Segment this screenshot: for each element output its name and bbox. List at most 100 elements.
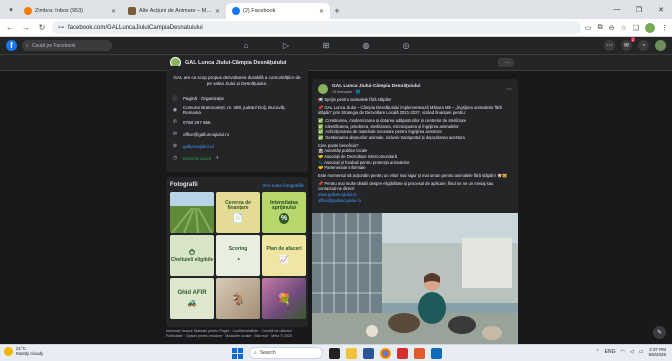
facebook-logo[interactable]: f [6,40,17,51]
info-row-email: ✉ office@galluncajiului.ro [172,130,302,139]
facebook-search[interactable]: ⌕ Caută pe Facebook [22,40,112,51]
photo-tile[interactable]: 🐐 [216,278,260,319]
outlook-icon[interactable] [431,347,442,359]
photos-card: Fotografii Vezi toate fotografiile Cerer… [166,177,308,327]
photo-caption: Ghid AFIR [177,290,207,297]
maximize-icon[interactable]: ❐ [628,0,650,19]
zimbra-icon [24,7,32,15]
photo-tile[interactable]: Ghid AFIR 🚜 [170,278,214,319]
marketplace-icon[interactable]: ⊞ [320,40,332,52]
edit-icon[interactable]: ✎ [653,326,666,339]
search-icon: ⌕ [26,42,29,49]
post-menu-icon[interactable]: ⋯ [500,59,514,67]
post-date[interactable]: 13 februarie · 🌐 [332,89,420,94]
notifications-icon[interactable]: ◔ [638,40,649,51]
photo-caption: Intensitatea sprijinului [270,199,298,211]
search-icon: ⌕ [254,350,257,356]
close-icon[interactable]: ✕ [215,8,220,15]
home-icon[interactable]: ⌂ [240,40,252,52]
percent-icon: % [278,213,290,225]
document-icon: 📄 [232,213,244,224]
photo-tile[interactable] [170,192,214,233]
tab-menu-icon[interactable]: ▾ [4,3,18,17]
bookmark-star-icon[interactable]: ☆ [620,24,626,32]
close-icon[interactable]: ✕ [319,8,324,15]
photo-tile[interactable]: 💐 [262,278,306,319]
page-name[interactable]: GAL Lunca Jiului-Câmpia Desnățuiului [185,60,286,66]
url-field[interactable]: ⊶ facebook.com/GALLuncaJiuluiCampiaDesna… [52,21,581,34]
windows-start-icon[interactable] [232,347,243,359]
website-link[interactable]: galluncajiului.ro [183,144,214,149]
post-author-avatar[interactable] [318,84,328,94]
tab-label: Zimbra: Inbox (953) [35,8,83,14]
pdf-icon[interactable] [397,347,408,359]
close-icon[interactable]: ✕ [111,8,116,15]
post-options-icon[interactable]: ⋯ [506,86,512,93]
app-icon[interactable] [414,347,425,359]
file-explorer-icon[interactable] [346,347,357,359]
fb-right-actions: ⋯ ✉ 2 ◔ [604,37,666,51]
video-icon[interactable]: ▷ [280,40,292,52]
post-line: Este momentul să acționăm pentru un viit… [318,173,508,179]
word-icon[interactable] [363,347,374,359]
messenger-icon[interactable]: ✉ 2 [621,37,635,51]
wifi-icon[interactable]: ◠ [621,349,625,355]
browser-menu-icon[interactable]: ⋮ [661,24,668,32]
cast-icon[interactable]: ▭ [585,24,592,32]
profile-avatar[interactable] [645,22,655,33]
clock-icon: ◷ [172,155,178,162]
gaming-icon[interactable]: ◎ [400,40,412,52]
weather-widget[interactable]: 21°C Mostly cloudy [4,346,43,357]
search-placeholder: Caută pe Facebook [31,42,76,49]
photo-tile[interactable]: Plan de afaceri 📈 [262,235,306,276]
reload-icon[interactable]: ↻ [36,22,48,34]
post-line: 📌 Pentru mai multe detalii despre eligib… [318,180,494,192]
language-indicator[interactable]: ENG [605,349,616,355]
chevron-down-icon[interactable]: ▾ [216,155,218,161]
tab-alte-actiuni[interactable]: Alte Acțiuni de Animare – Măsura 4.1… ✕ [122,3,226,19]
info-row-hours[interactable]: ◷ Deschis acum ▾ [172,154,302,163]
info-text: office@galluncajiului.ro [183,131,230,137]
clock[interactable]: 2:37 PM 5/6/2025 [648,347,666,357]
volume-icon[interactable]: ◁ [630,349,634,355]
back-icon[interactable]: ← [4,22,16,34]
battery-icon[interactable]: ▭ [639,349,644,355]
post-line: 🤝 Parteneriate informale [318,165,366,171]
close-window-icon[interactable]: ✕ [650,0,672,19]
task-view-icon[interactable] [329,347,340,359]
info-row-address: ◉ Comuna Bratovoiești, nr. 389, județul … [172,105,302,115]
menu-grid-icon[interactable]: ⋯ [604,40,615,51]
chart-icon: 📈 [279,254,289,264]
info-row-website[interactable]: ⊕ galluncajiului.ro [172,142,302,151]
photo-tile[interactable]: Cererea de finanțare 📄 [216,192,260,233]
footer-links[interactable]: Informații despre Statistici pentru Pagi… [166,329,308,339]
post-image[interactable] [312,213,518,349]
windows-taskbar: 21°C Mostly cloudy ⌕ Search ⌃ ENG ◠ ◁ ▭ … [0,344,672,361]
open-status[interactable]: Deschis acum [183,156,211,161]
see-all-photos-link[interactable]: Vezi toate fotografiile [262,183,304,188]
extensions-icon[interactable]: ❏ [633,24,639,32]
photo-tile[interactable]: Scoring ◔ [216,235,260,276]
url-text: facebook.com/GALLuncaJiuluiCampiaDesnatu… [68,24,203,31]
tab-facebook[interactable]: (2) Facebook ✕ [226,3,330,19]
zoom-icon[interactable]: ⊖ [609,24,615,32]
chevron-up-icon[interactable]: ⌃ [595,349,599,355]
post-link[interactable]: office@galluncajiului.ro [318,198,512,204]
minimize-icon[interactable]: — [606,0,628,19]
taskbar-search-placeholder: Search [259,350,276,356]
tab-zimbra[interactable]: Zimbra: Inbox (953) ✕ [18,3,122,19]
web-icon: ⊕ [172,143,178,150]
chrome-icon[interactable] [380,347,391,359]
groups-icon[interactable]: ◍ [360,40,372,52]
new-tab-button[interactable]: + [330,4,344,18]
forward-icon[interactable]: → [20,22,32,34]
post-line: 📌 GAL Lunca Jiului – Câmpia Desnățuiului… [318,104,502,116]
fb-nav-tabs: ⌂ ▷ ⊞ ◍ ◎ [240,40,412,52]
photo-tile[interactable]: Intensitatea sprijinului % [262,192,306,233]
user-avatar[interactable] [655,40,666,51]
site-info-icon[interactable]: ⊶ [58,24,64,31]
translate-icon[interactable]: ⧉ [598,24,603,32]
taskbar-search[interactable]: ⌕ Search [249,347,323,359]
tab-label: Alte Acțiuni de Animare – Măsura 4.1… [139,8,212,14]
photo-tile[interactable]: ⏱ Cheltuieli eligibile [170,235,214,276]
